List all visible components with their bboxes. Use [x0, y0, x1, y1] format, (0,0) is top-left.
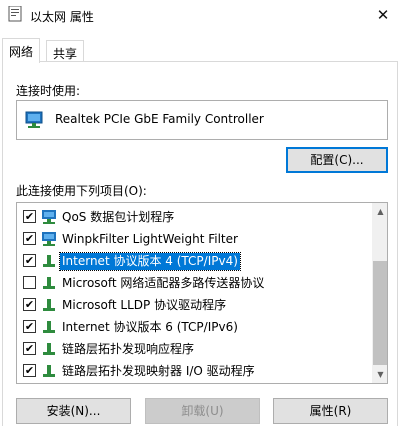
connect-using-label: 连接时使用: [16, 84, 81, 98]
window-title: 以太网 属性 [30, 10, 94, 24]
close-icon: ✕ [376, 6, 390, 24]
protocol-icon [43, 255, 55, 267]
network-service-icon [42, 232, 56, 246]
close-button[interactable]: ✕ [370, 4, 396, 26]
item-label: Internet 协议版本 4 (TCP/IPv4) [59, 252, 241, 271]
title-bar: 以太网 属性 ✕ [0, 0, 399, 32]
item-checkbox[interactable] [23, 276, 36, 289]
protocol-icon [43, 321, 55, 333]
item-checkbox[interactable]: ✔ [23, 254, 36, 267]
item-checkbox[interactable]: ✔ [23, 210, 36, 223]
item-checkbox[interactable]: ✔ [23, 320, 36, 333]
item-checkbox[interactable]: ✔ [23, 298, 36, 311]
tab-bar: 共享 网络 [0, 38, 399, 63]
scroll-down-icon[interactable]: ▼ [372, 366, 387, 383]
uninstall-button[interactable]: 卸载(U) [145, 398, 260, 424]
items-list: ✔ QoS 数据包计划程序 ✔ WinpkFilter LightWeight … [16, 202, 388, 384]
item-label: 链路层拓扑发现响应程序 [62, 342, 195, 356]
item-checkbox[interactable]: ✔ [23, 232, 36, 245]
tab-networking[interactable]: 网络 [2, 38, 41, 63]
list-item[interactable]: ✔ QoS 数据包计划程序 [17, 206, 372, 228]
item-checkbox[interactable]: ✔ [23, 364, 36, 377]
item-label: 链路层拓扑发现映射器 I/O 驱动程序 [62, 364, 255, 378]
item-checkbox[interactable]: ✔ [23, 342, 36, 355]
adapter-box: Realtek PCIe GbE Family Controller [16, 100, 388, 140]
list-item-selected[interactable]: ✔ Internet 协议版本 4 (TCP/IPv4) [17, 250, 372, 272]
protocol-icon [43, 277, 55, 289]
scroll-thumb[interactable] [373, 261, 387, 365]
list-item[interactable]: ✔ 链路层拓扑发现响应程序 [17, 338, 372, 360]
network-properties-icon [8, 6, 22, 22]
tab-sharing[interactable]: 共享 [46, 40, 85, 62]
list-item[interactable]: ✔ Microsoft LLDP 协议驱动程序 [17, 294, 372, 316]
network-service-icon [42, 210, 56, 224]
item-label: Microsoft 网络适配器多路传送器协议 [62, 276, 265, 290]
configure-button[interactable]: 配置(C)... [286, 147, 388, 173]
properties-button[interactable]: 属性(R) [273, 398, 388, 424]
item-label: Microsoft LLDP 协议驱动程序 [62, 298, 227, 312]
items-label: 此连接使用下列项目(O): [16, 184, 147, 198]
protocol-icon [43, 299, 55, 311]
vertical-scrollbar[interactable]: ▲ ▼ [372, 203, 387, 383]
scroll-up-icon[interactable]: ▲ [372, 203, 387, 220]
list-item[interactable]: Microsoft 网络适配器多路传送器协议 [17, 272, 372, 294]
protocol-icon [43, 365, 55, 377]
list-item[interactable]: ✔ 链路层拓扑发现映射器 I/O 驱动程序 [17, 360, 372, 382]
list-item[interactable]: ✔ Internet 协议版本 6 (TCP/IPv6) [17, 316, 372, 338]
item-label: WinpkFilter LightWeight Filter [62, 232, 238, 246]
protocol-icon [43, 343, 55, 355]
list-item[interactable]: ✔ WinpkFilter LightWeight Filter [17, 228, 372, 250]
item-label: Internet 协议版本 6 (TCP/IPv6) [62, 320, 238, 334]
tab-label: 网络 [9, 45, 34, 59]
tab-label: 共享 [53, 47, 78, 61]
item-label: QoS 数据包计划程序 [62, 210, 175, 224]
network-adapter-icon [25, 111, 43, 128]
adapter-name: Realtek PCIe GbE Family Controller [55, 112, 264, 126]
install-button[interactable]: 安装(N)... [16, 398, 131, 424]
